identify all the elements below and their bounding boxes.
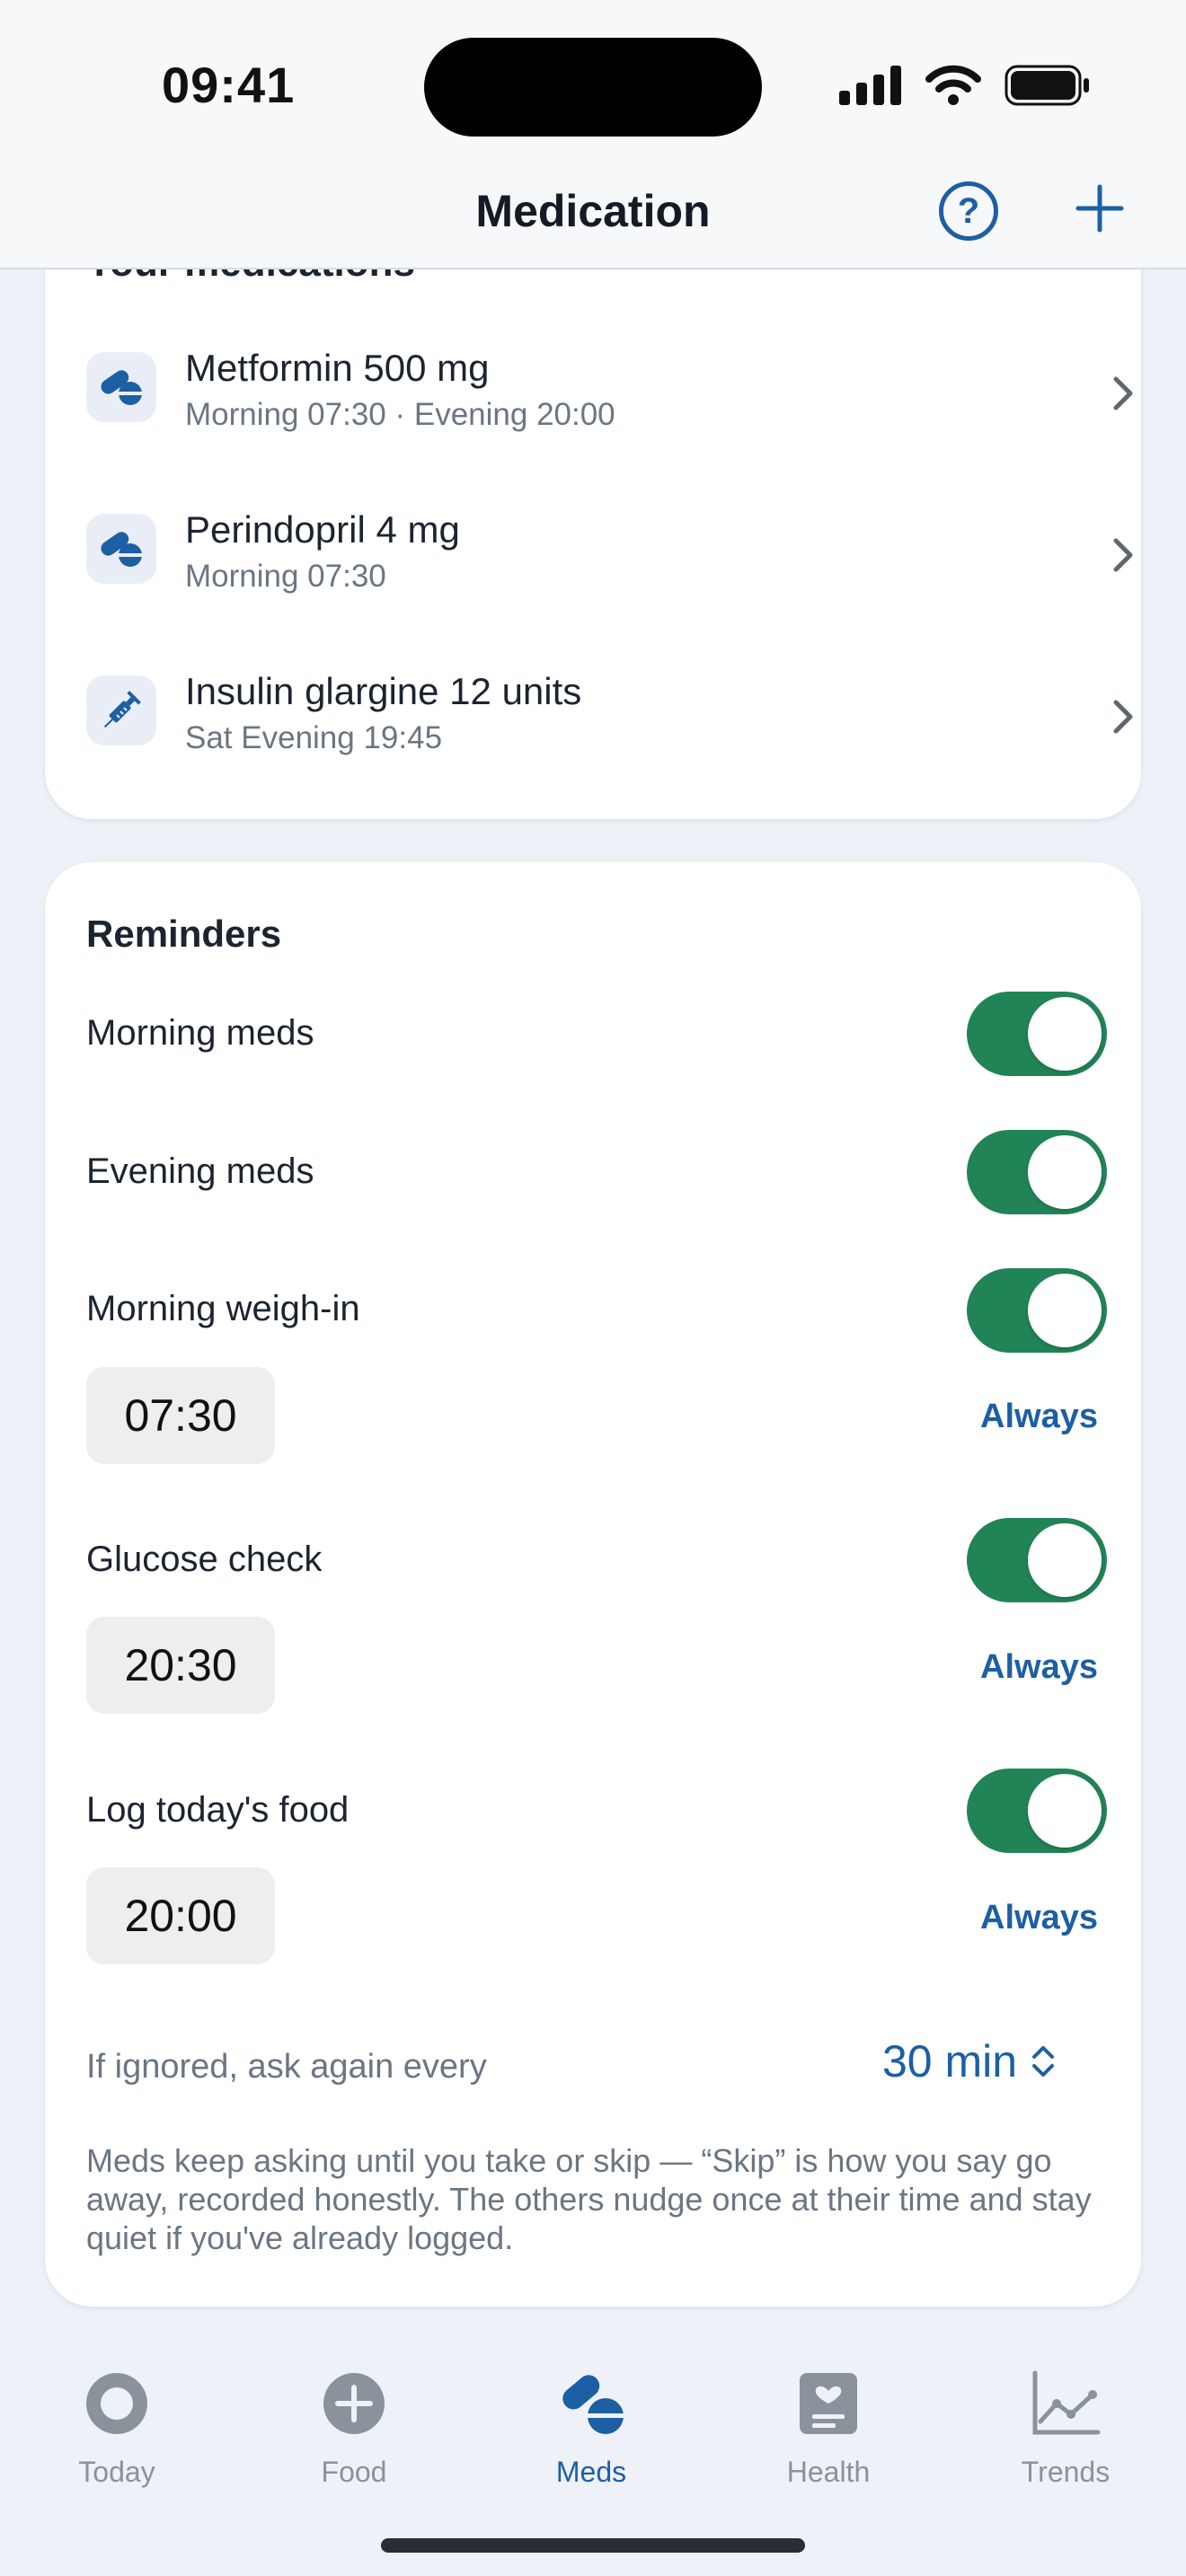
tab-meds[interactable]: Meds	[501, 2368, 681, 2489]
toggle-knob	[1028, 997, 1102, 1071]
chevron-right-icon	[1113, 700, 1133, 734]
medication-schedule: Morning 07:30 · Evening 20:00	[185, 397, 615, 432]
tab-label: Health	[786, 2456, 871, 2488]
morning-weigh-in-toggle[interactable]	[967, 1268, 1107, 1353]
medication-name: Insulin glargine 12 units	[185, 670, 582, 712]
pill-icon	[86, 514, 156, 584]
up-down-chevron-icon	[1032, 2046, 1055, 2077]
interval-value: 30 min	[882, 2036, 1018, 2086]
log-food-time-picker[interactable]: 20:00	[86, 1867, 275, 1964]
evening-meds-toggle[interactable]	[967, 1130, 1107, 1214]
reminder-label-morning-weigh-in: Morning weigh-in	[86, 1289, 360, 1328]
nav-header: 09:41 Medication ?	[0, 0, 1186, 269]
help-button[interactable]: ?	[939, 181, 998, 241]
weigh-in-repeat-button[interactable]: Always	[980, 1398, 1098, 1436]
status-time: 09:41	[162, 57, 296, 113]
line-chart-icon	[1032, 2370, 1101, 2435]
tab-trends[interactable]: Trends	[976, 2368, 1155, 2489]
status-icons	[839, 63, 1091, 108]
tab-label: Trends	[1021, 2456, 1111, 2488]
toggle-knob	[1028, 1135, 1102, 1209]
chevron-right-icon	[1113, 376, 1133, 410]
medication-name: Metformin 500 mg	[185, 347, 490, 389]
battery-icon	[1005, 65, 1089, 106]
toggle-knob	[1028, 1774, 1102, 1848]
ignored-interval-label: If ignored, ask again every	[86, 2048, 487, 2086]
tab-health[interactable]: Health	[739, 2368, 918, 2489]
chevron-right-icon	[1113, 538, 1133, 572]
pill-icon	[562, 2375, 625, 2434]
tab-label: Today	[78, 2456, 155, 2488]
home-indicator	[381, 2538, 805, 2553]
medication-row-perindopril[interactable]: Perindopril 4 mg Morning 07:30	[45, 469, 1141, 631]
glucose-time-picker[interactable]: 20:30	[86, 1617, 275, 1714]
log-food-toggle[interactable]	[967, 1769, 1107, 1853]
medication-schedule: Sat Evening 19:45	[185, 720, 443, 755]
reminders-title: Reminders	[86, 913, 282, 955]
dynamic-island	[424, 38, 762, 137]
plus-circle-icon	[323, 2373, 385, 2434]
medication-schedule: Morning 07:30	[185, 559, 386, 594]
reminders-card: Reminders Morning meds Evening meds Morn…	[45, 862, 1141, 2307]
tab-food[interactable]: Food	[264, 2368, 444, 2489]
ignored-interval-picker[interactable]: 30 min	[882, 2035, 1057, 2087]
syringe-icon	[86, 675, 156, 745]
heart-clipboard-icon	[800, 2373, 857, 2434]
tab-today[interactable]: Today	[27, 2368, 207, 2489]
tab-label: Food	[321, 2456, 387, 2488]
toggle-knob	[1028, 1274, 1102, 1347]
pill-icon	[86, 352, 156, 422]
reminder-label-evening-meds: Evening meds	[86, 1151, 314, 1191]
medications-card: Your medications Metformin 500 mg Mornin…	[45, 180, 1141, 819]
medication-row-metformin[interactable]: Metformin 500 mg Morning 07:30 · Evening…	[45, 307, 1141, 469]
tab-label: Meds	[555, 2456, 627, 2488]
weigh-in-time-picker[interactable]: 07:30	[86, 1367, 275, 1464]
wifi-icon	[925, 65, 981, 105]
glucose-repeat-button[interactable]: Always	[980, 1648, 1098, 1687]
reminder-label-morning-meds: Morning meds	[86, 1013, 314, 1053]
reminders-footnote: Meds keep asking until you take or skip …	[86, 2142, 1092, 2256]
log-food-repeat-button[interactable]: Always	[980, 1899, 1098, 1937]
medication-row-insulin[interactable]: Insulin glargine 12 units Sat Evening 19…	[45, 631, 1141, 792]
toggle-knob	[1028, 1523, 1102, 1597]
circle-icon	[86, 2373, 147, 2434]
reminder-label-log-food: Log today's food	[86, 1790, 350, 1830]
reminder-label-glucose-check: Glucose check	[86, 1539, 323, 1579]
cellular-signal-icon	[839, 66, 901, 105]
glucose-check-toggle[interactable]	[967, 1518, 1107, 1602]
question-icon: ?	[957, 190, 980, 231]
medication-name: Perindopril 4 mg	[185, 508, 460, 551]
morning-meds-toggle[interactable]	[967, 992, 1107, 1076]
add-medication-button[interactable]	[1075, 183, 1125, 234]
page-title: Medication	[475, 186, 711, 236]
